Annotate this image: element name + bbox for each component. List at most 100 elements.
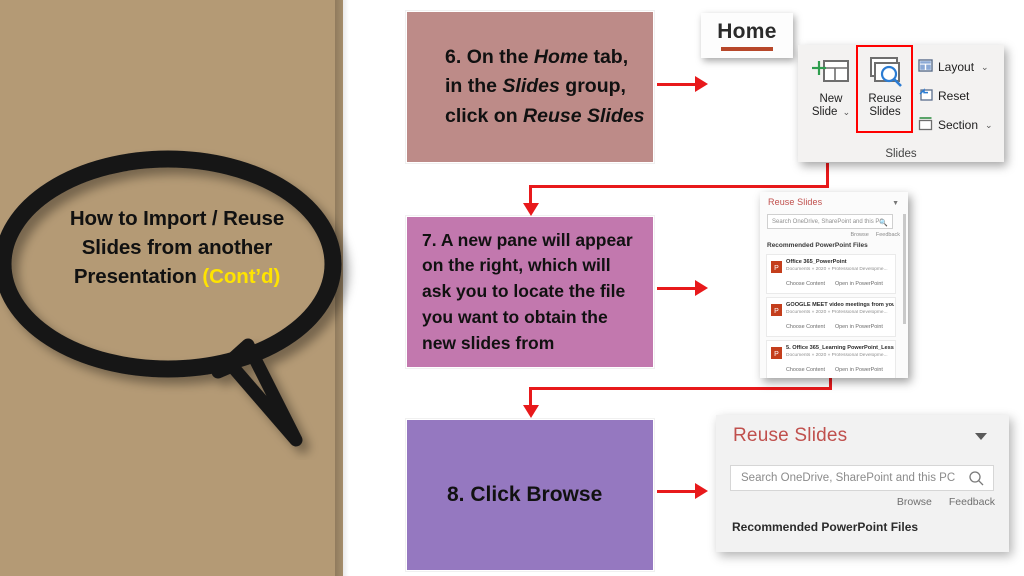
connector-step8-to-pane <box>657 490 697 493</box>
connector-step6-to-ribbon <box>657 83 697 86</box>
new-slide-label-line1: New <box>819 93 843 105</box>
new-slide-icon <box>811 50 851 90</box>
step-7-box: 7. A new pane will appear on the right, … <box>406 216 654 368</box>
step-7-line-4: you want to obtain the <box>422 306 608 327</box>
new-slide-chevron-icon[interactable]: ⌄ <box>843 107 851 117</box>
layout-icon <box>918 58 933 76</box>
reset-icon <box>918 87 933 105</box>
step-8-line1-text: Click Browse <box>470 483 603 507</box>
connector-step8-arrowhead-right <box>695 483 708 499</box>
step-7-line-1: 7. A new pane will appear <box>422 228 653 254</box>
pane-large-recommended-heading: Recommended PowerPoint Files <box>732 520 919 534</box>
step-6-line1-b: tab, <box>588 45 629 68</box>
pane-small-open-link[interactable]: Open in PowerPoint <box>835 324 883 330</box>
pane-small-chevron-down-icon[interactable]: ▼ <box>892 200 899 207</box>
connector-step7-arrowhead-right <box>695 280 708 296</box>
pane-large-browse-link[interactable]: Browse <box>897 496 932 508</box>
step-6-line-1: 6. On the Home tab, <box>445 43 653 73</box>
step-8-number: 8. <box>447 483 465 507</box>
step-6-line1-a: On the <box>466 45 534 68</box>
svg-text:P: P <box>774 351 779 358</box>
step-6-line-3: click on Reuse Slides <box>445 102 653 132</box>
bubble-outline-shape <box>0 150 342 447</box>
pane-small-choose-content-link[interactable]: Choose Content <box>786 367 825 373</box>
section-icon <box>918 116 933 134</box>
callout-continued-label: (Cont’d) <box>202 265 281 289</box>
callout-title-line-3-text: Presentation <box>73 265 197 289</box>
pane-small-browse-link[interactable]: Browse <box>851 232 869 238</box>
pane-small-open-link[interactable]: Open in PowerPoint <box>835 367 883 373</box>
pane-large-chevron-down-icon[interactable] <box>975 433 987 440</box>
pane-small-open-link[interactable]: Open in PowerPoint <box>835 281 883 287</box>
connector-ribbon-drop <box>826 163 829 187</box>
svg-text:P: P <box>774 265 779 272</box>
pane-large-feedback-link[interactable]: Feedback <box>949 496 995 508</box>
step-8-line-1: 8. Click Browse <box>447 480 653 509</box>
pane-small-file-card[interactable]: P 5. Office 365_Learning PowerPoint_Less… <box>766 340 896 378</box>
reset-button[interactable]: Reset <box>918 87 969 105</box>
step-7-number: 7. <box>422 229 437 250</box>
reuse-slides-pane-small: Reuse Slides ▼ Search OneDrive, SharePoi… <box>760 192 908 378</box>
home-tab-label: Home <box>717 19 777 43</box>
pane-small-search-placeholder: Search OneDrive, SharePoint and this PC <box>772 218 884 225</box>
connector-step6-arrowhead <box>695 76 708 92</box>
step-7-line-2: on the right, which will <box>422 255 611 276</box>
layout-label: Layout <box>938 60 975 74</box>
step-6-box: 6. On the Home tab, in the Slides group,… <box>406 11 654 163</box>
step-6-line3-a: click on <box>445 104 524 127</box>
home-tab-underline <box>721 46 773 51</box>
callout-title-line-1: How to Import / Reuse <box>69 207 285 230</box>
pane-small-links: Browse Feedback <box>851 232 901 238</box>
reuse-slides-highlight-box <box>856 45 913 133</box>
connector-ribbon-horizontal <box>529 185 829 188</box>
step-7-line-3: ask you to locate the file <box>422 281 626 302</box>
powerpoint-file-icon: P <box>771 303 782 316</box>
section-chevron-down-icon[interactable]: ⌄ <box>985 120 993 131</box>
step-6-line-2: in the Slides group, <box>445 72 653 102</box>
new-slide-label-line2: Slide ⌄ <box>811 106 851 119</box>
pane-large-title: Reuse Slides <box>733 425 848 446</box>
search-icon <box>968 470 985 490</box>
connector-step7-to-pane <box>657 287 697 290</box>
pane-small-choose-content-link[interactable]: Choose Content <box>786 281 825 287</box>
layout-button[interactable]: Layout ⌄ <box>918 58 989 76</box>
pane-small-file-path: Documents » 2020 » Professional Developm… <box>786 310 888 315</box>
layout-chevron-down-icon[interactable]: ⌄ <box>981 62 989 73</box>
connector-pane-horizontal <box>529 387 832 390</box>
reset-label: Reset <box>938 89 970 103</box>
pane-small-file-name: 5. Office 365_Learning PowerPoint_Lesson… <box>786 345 894 351</box>
svg-text:P: P <box>774 308 779 315</box>
pane-small-search-input[interactable]: Search OneDrive, SharePoint and this PC … <box>767 214 893 229</box>
reuse-slides-pane-large: Reuse Slides Search OneDrive, SharePoint… <box>716 415 1009 552</box>
connector-step8-arrowhead <box>523 405 539 418</box>
step-6-line3-em: Reuse Slides <box>523 104 645 127</box>
step-6-line1-em: Home <box>533 45 589 68</box>
pane-large-search-input[interactable]: Search OneDrive, SharePoint and this PC <box>730 465 994 491</box>
pane-large-search-placeholder: Search OneDrive, SharePoint and this PC <box>741 472 956 484</box>
step-6-line2-em: Slides <box>502 75 560 98</box>
step-6-number: 6. <box>445 45 462 68</box>
search-icon: 🔍 <box>879 220 888 227</box>
slide-canvas: How to Import / Reuse Slides from anothe… <box>0 0 1024 576</box>
step-6-line2-a: in the <box>445 75 503 98</box>
pane-small-title: Reuse Slides <box>768 197 823 207</box>
callout-title-line-3: Presentation (Cont’d) <box>22 262 332 291</box>
ribbon-slides-group: New Slide ⌄ Reuse Slides Layout ⌄ Reset … <box>798 45 1004 162</box>
step-7-line-5: new slides from <box>422 332 555 353</box>
section-button[interactable]: Section ⌄ <box>918 116 993 134</box>
section-label: Section <box>938 118 979 132</box>
new-slide-button[interactable]: New Slide ⌄ <box>806 48 856 119</box>
step-6-line2-b: group, <box>559 75 626 98</box>
step-8-box: 8. Click Browse <box>406 419 654 571</box>
pane-small-file-card[interactable]: P Office 365_PowerPoint Documents » 2020… <box>766 254 896 294</box>
home-tab-chip[interactable]: Home <box>701 13 793 58</box>
pane-small-scrollbar[interactable] <box>903 214 906 324</box>
pane-small-file-card[interactable]: P GOOGLE MEET video meetings from your..… <box>766 297 896 337</box>
step-7-line1-text: A new pane will appear <box>440 229 633 250</box>
pane-small-file-path: Documents » 2020 » Professional Developm… <box>786 267 888 272</box>
pane-small-choose-content-link[interactable]: Choose Content <box>786 324 825 330</box>
pane-small-feedback-link[interactable]: Feedback <box>876 232 900 238</box>
pane-large-links: Browse Feedback <box>897 496 995 508</box>
callout-title: How to Import / Reuse Slides from anothe… <box>22 204 332 291</box>
pane-small-file-path: Documents » 2020 » Professional Developm… <box>786 353 888 358</box>
